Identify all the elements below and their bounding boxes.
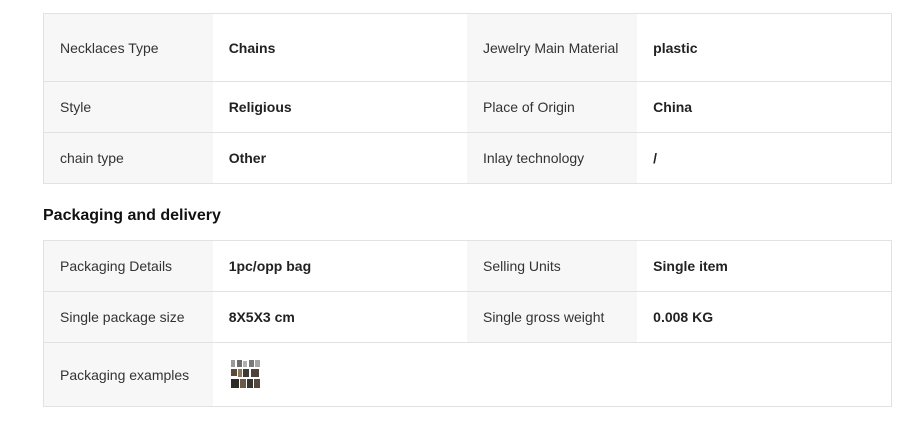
attribute-value: China: [637, 81, 892, 133]
packaging-value: 8X5X3 cm: [212, 291, 467, 343]
packaging-value: 1pc/opp bag: [212, 240, 467, 292]
packaging-label: Single gross weight: [466, 291, 638, 343]
attribute-label: Place of Origin: [466, 81, 638, 133]
table-row: Style Religious Place of Origin China: [43, 81, 892, 133]
packaging-table: Packaging Details 1pc/opp bag Selling Un…: [43, 240, 892, 407]
packaging-example-thumbnail[interactable]: [228, 359, 262, 390]
attribute-value: Chains: [212, 13, 467, 82]
packaging-label: Single package size: [43, 291, 213, 343]
section-title: Packaging and delivery: [43, 207, 221, 224]
packaging-value: 0.008 KG: [637, 291, 892, 343]
attribute-value: Other: [212, 132, 467, 184]
attribute-value: /: [637, 132, 892, 184]
table-row: Packaging examples: [43, 342, 892, 407]
attribute-label: Necklaces Type: [43, 13, 213, 82]
packaging-examples-label: Packaging examples: [43, 342, 213, 407]
attribute-label: chain type: [43, 132, 213, 184]
packaging-examples-cell: [212, 342, 892, 407]
packaging-label: Selling Units: [466, 240, 638, 292]
table-row: Necklaces Type Chains Jewelry Main Mater…: [43, 13, 892, 82]
attribute-label: Jewelry Main Material: [466, 13, 638, 82]
attribute-label: Style: [43, 81, 213, 133]
attribute-value: plastic: [637, 13, 892, 82]
attribute-value: Religious: [212, 81, 467, 133]
packaging-value: Single item: [637, 240, 892, 292]
table-row: Single package size 8X5X3 cm Single gros…: [43, 291, 892, 343]
packaging-label: Packaging Details: [43, 240, 213, 292]
table-row: chain type Other Inlay technology /: [43, 132, 892, 184]
table-row: Packaging Details 1pc/opp bag Selling Un…: [43, 240, 892, 292]
product-attributes-table: Necklaces Type Chains Jewelry Main Mater…: [43, 13, 892, 184]
attribute-label: Inlay technology: [466, 132, 638, 184]
